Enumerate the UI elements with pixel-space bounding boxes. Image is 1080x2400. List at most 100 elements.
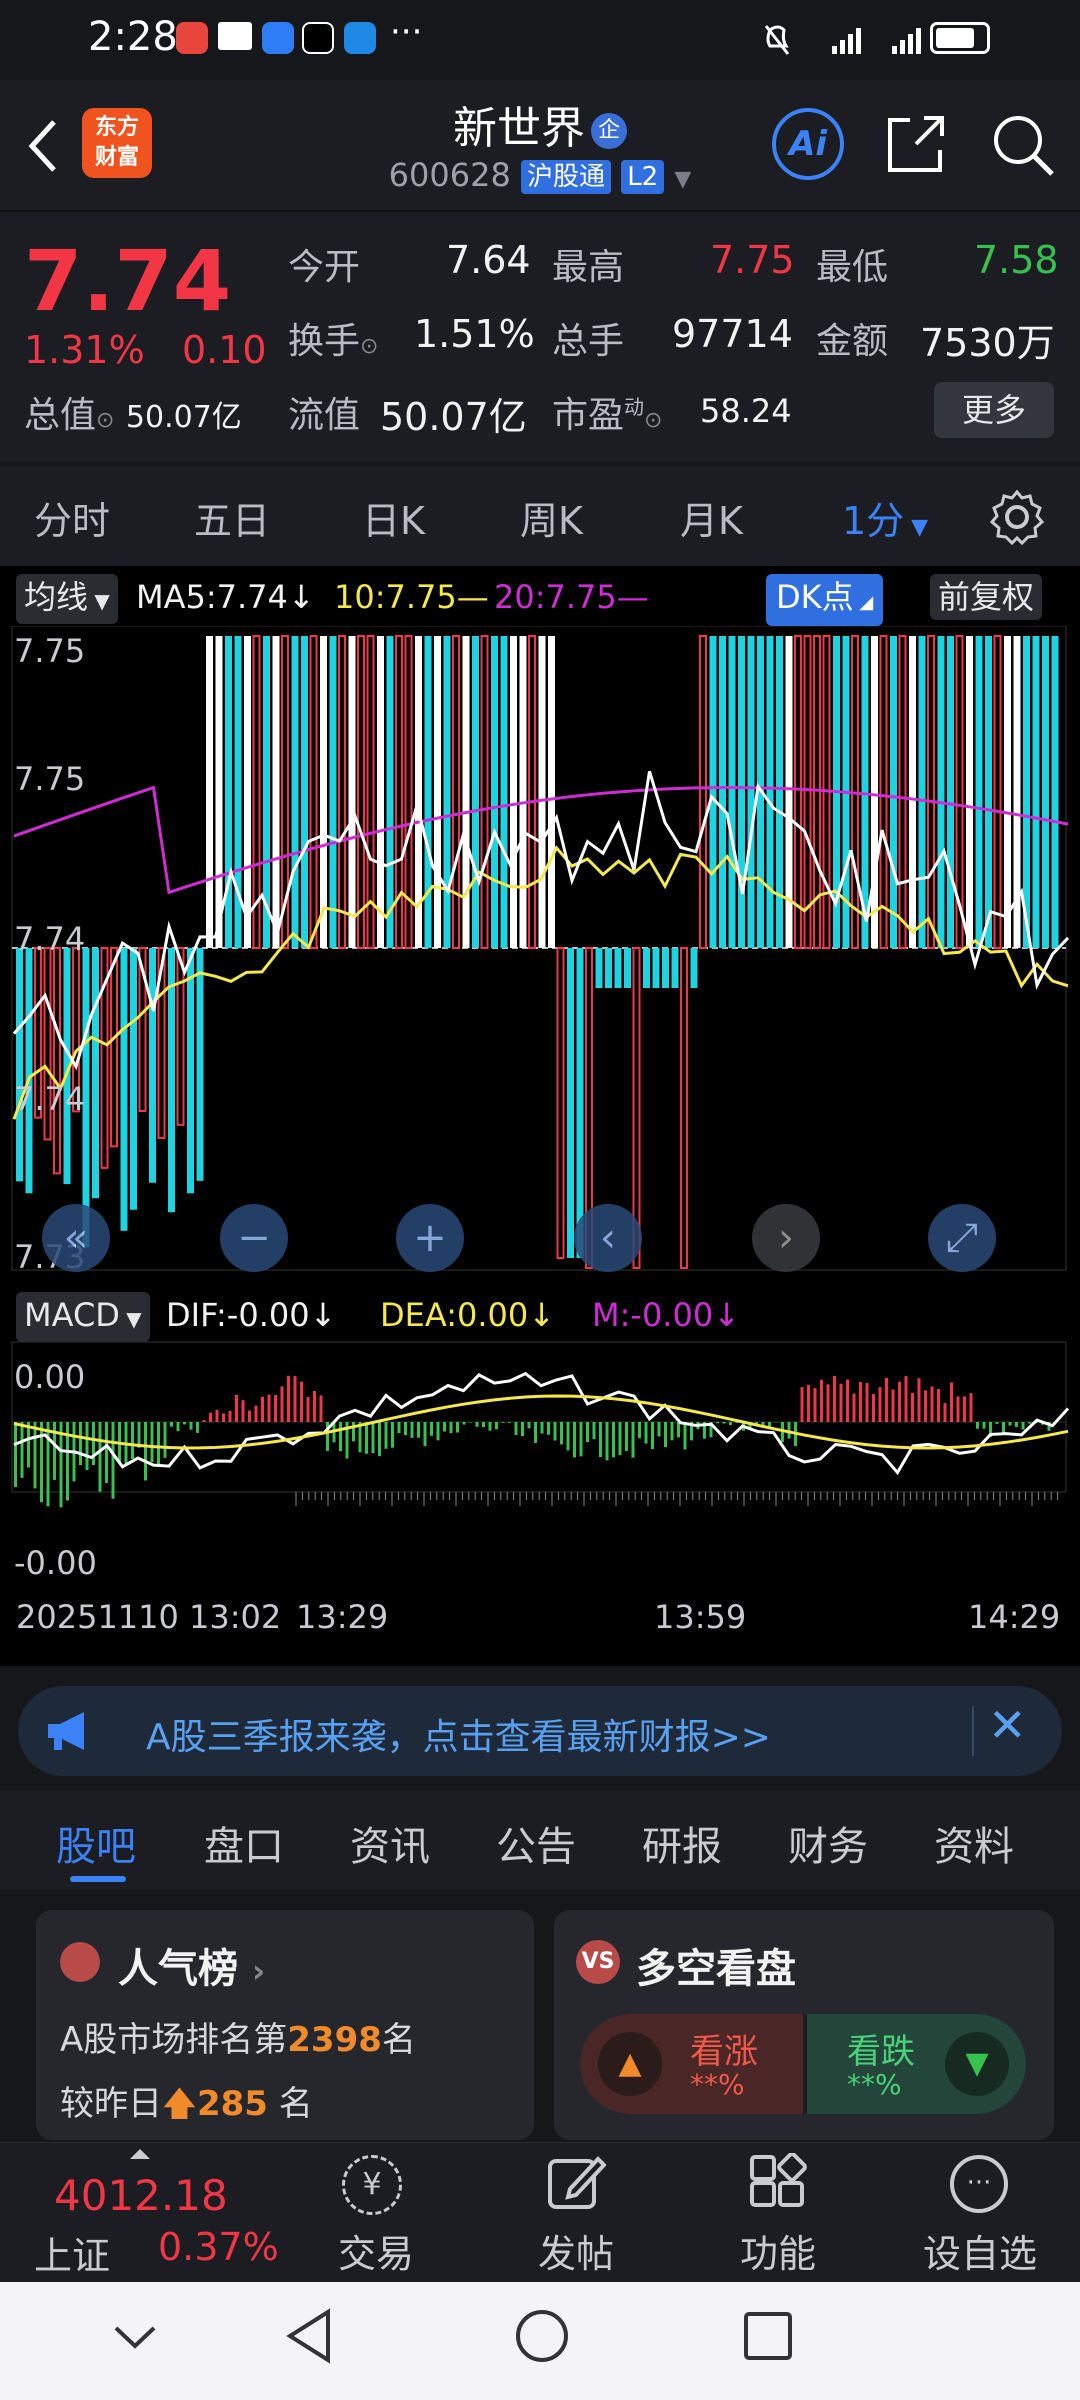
close-icon[interactable]: ✕ [988, 1698, 1027, 1752]
macd-bar [859, 1382, 862, 1422]
macd-bar [137, 1422, 141, 1448]
status-bar: 2:28 ··· [0, 0, 1080, 80]
nav-post[interactable]: 发帖 [506, 2143, 646, 2283]
tab-news[interactable]: 资讯 [350, 1814, 430, 1872]
macd-selector[interactable]: MACD ▼ [16, 1292, 150, 1342]
tab-weekly-k[interactable]: 周K [520, 490, 583, 545]
scroll-left-far-icon[interactable]: « [42, 1204, 110, 1272]
macd-bar [183, 1422, 186, 1425]
tab-monthly-k[interactable]: 月K [680, 490, 743, 545]
tab-research[interactable]: 研报 [642, 1814, 722, 1872]
y-label-4: 7.74 [14, 1080, 86, 1118]
popularity-card[interactable]: 人气榜 › A股市场排名第2398名 较昨日🡅285 名 [36, 1910, 534, 2140]
macd-bar [891, 1389, 895, 1422]
macd-bar [417, 1422, 420, 1438]
macd-bar [950, 1382, 953, 1422]
amount-value: 7530万 [920, 321, 1055, 365]
macd-bar [248, 1410, 251, 1422]
macd-bar [566, 1422, 570, 1451]
macd-bar [397, 1422, 401, 1434]
macd-bar [176, 1422, 180, 1432]
price-bar [662, 948, 669, 988]
macd-bar [995, 1422, 999, 1424]
period-tabs: 分时 五日 日K 周K 月K 1分 ▼ [0, 466, 1080, 566]
price-bar [357, 635, 365, 949]
macd-bar [1021, 1422, 1025, 1430]
price-change: 0.10 [182, 328, 267, 372]
macd-bar [14, 1422, 17, 1488]
ai-button[interactable]: Ai [772, 108, 844, 180]
price-bar [576, 948, 584, 1258]
nav-recents-icon[interactable] [740, 2308, 796, 2364]
fullscreen-icon[interactable]: ⤢ [928, 1204, 996, 1272]
price-bar [652, 948, 660, 988]
tab-financials[interactable]: 财务 [788, 1814, 868, 1872]
settings-icon[interactable] [988, 488, 1046, 546]
tab-daily-k[interactable]: 日K [362, 490, 425, 545]
bull-bear-title: 多空看盘 [636, 1946, 796, 1992]
price-bar [548, 636, 555, 948]
macd-bar [280, 1386, 284, 1422]
more-button[interactable]: 更多 [934, 382, 1054, 438]
index-widget[interactable]: 4012.18 上证 0.37% [0, 2143, 290, 2283]
zoom-out-icon[interactable]: − [220, 1204, 288, 1272]
macd-bar [631, 1422, 635, 1458]
bull-vote-button[interactable]: ▲ 看涨 **% [580, 2014, 803, 2114]
macd-bar [540, 1422, 544, 1434]
y-label-2: 7.75 [14, 760, 86, 798]
zoom-in-icon[interactable]: + [396, 1204, 464, 1272]
search-icon[interactable] [990, 112, 1056, 178]
macd-bar [98, 1422, 102, 1492]
macd-bar [638, 1422, 641, 1439]
chevron-down-icon[interactable] [110, 2318, 160, 2358]
price-bar [966, 636, 973, 948]
nav-functions[interactable]: 功能 [708, 2143, 848, 2283]
tab-profile[interactable]: 资料 [934, 1814, 1014, 1872]
price-bar [528, 635, 536, 949]
price-bar [196, 948, 204, 1181]
price-bar [898, 635, 907, 949]
tab-guba[interactable]: 股吧 [56, 1814, 136, 1872]
dk-point-button[interactable]: DK点 ◢ [766, 574, 884, 626]
expand-up-icon [130, 2149, 150, 2159]
nav-back-icon[interactable] [282, 2306, 338, 2366]
ma10-legend: 10:7.75— [334, 578, 489, 616]
tab-intraday[interactable]: 分时 [34, 490, 110, 545]
level2-tag: L2 [621, 160, 665, 194]
index-name: 上证 [34, 2234, 111, 2278]
macd-bar [371, 1422, 375, 1454]
macd-bar [339, 1422, 342, 1452]
scroll-left-icon[interactable]: ‹ [574, 1204, 642, 1272]
bear-vote-button[interactable]: 看跌 **% ▼ [807, 2014, 1026, 2114]
earnings-banner[interactable]: A股三季报来袭，点击查看最新财报>> ✕ [18, 1686, 1062, 1776]
float-cap-value: 50.07亿 [380, 395, 527, 439]
price-bar [909, 636, 916, 948]
price-bar [879, 635, 888, 949]
price-bar [538, 636, 546, 948]
macd-bar [111, 1422, 115, 1499]
price-bar [53, 947, 61, 1175]
price-bar [338, 635, 346, 949]
stock-code: 600628 [388, 156, 511, 194]
share-icon[interactable] [884, 112, 948, 176]
macd-bar [150, 1422, 154, 1463]
nav-watchlist[interactable]: ··· 设自选 [910, 2143, 1050, 2283]
ma-selector[interactable]: 均线 ▼ [16, 574, 118, 624]
macd-bar [85, 1422, 89, 1471]
adjust-button[interactable]: 前复权 [930, 574, 1043, 620]
tab-pankou[interactable]: 盘口 [204, 1814, 284, 1872]
ranking-icon [60, 1942, 100, 1982]
nav-home-icon[interactable] [512, 2306, 572, 2366]
price-bar [776, 636, 783, 948]
price-chart[interactable] [0, 626, 1080, 1666]
nav-trade[interactable]: ¥ 交易 [306, 2143, 446, 2283]
x-label-1429: 14:29 [968, 1598, 1061, 1636]
macd-bar [592, 1422, 596, 1440]
scroll-right-icon[interactable]: › [752, 1204, 820, 1272]
price-bar [149, 948, 156, 1183]
tab-announcements[interactable]: 公告 [496, 1814, 576, 1872]
tab-five-day[interactable]: 五日 [194, 490, 270, 545]
banner-divider [972, 1706, 974, 1756]
low-value: 7.58 [974, 238, 1059, 282]
tab-1min[interactable]: 1分 ▼ [842, 490, 928, 545]
